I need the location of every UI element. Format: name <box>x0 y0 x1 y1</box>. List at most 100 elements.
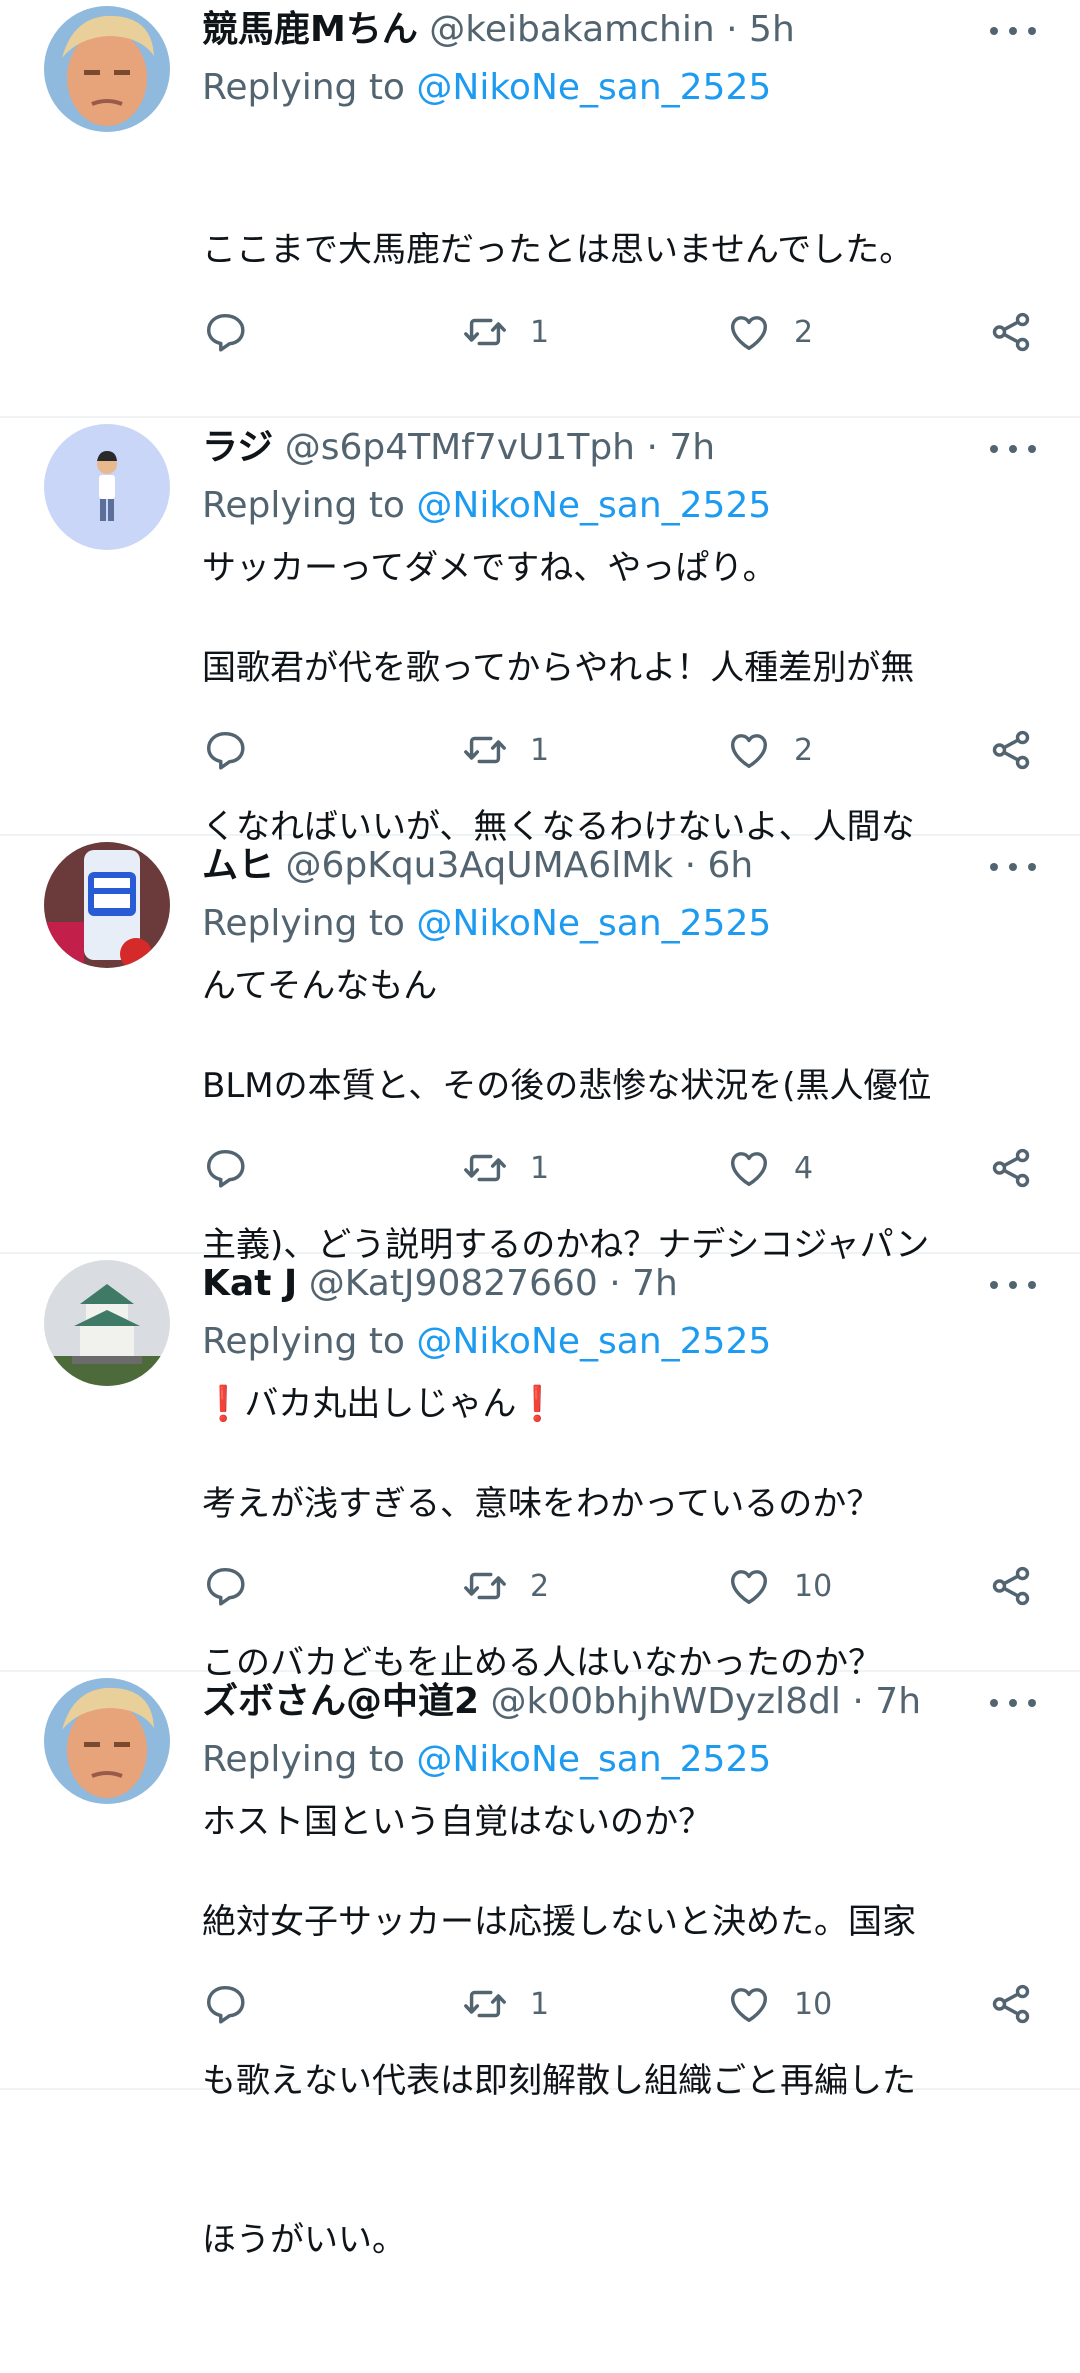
more-options-icon[interactable] <box>990 10 1036 50</box>
like-button[interactable]: 2 <box>726 302 813 362</box>
tweet-header: ズボさん@中道2 @k00bhjhWDyzl8dl · 7h <box>202 1676 970 1728</box>
tweet-header: 競馬鹿Mちん @keibakamchin · 5h <box>202 4 970 56</box>
separator-dot: · <box>609 1263 621 1304</box>
share-icon <box>992 312 1030 352</box>
tweet-item[interactable]: ムヒ @6pKqu3AqUMA6lMk · 6h Replying to @Ni… <box>0 836 1080 1424</box>
reply-icon <box>206 1985 245 2024</box>
share-button[interactable] <box>988 1974 1034 2034</box>
avatar[interactable] <box>44 1678 170 1804</box>
replying-to: Replying to @NikoNe_san_2525 <box>202 1316 771 1368</box>
avatar[interactable] <box>44 424 170 550</box>
avatar[interactable] <box>44 842 170 968</box>
retweet-count: 1 <box>530 732 550 768</box>
timestamp[interactable]: 7h <box>669 427 715 468</box>
reply-icon <box>206 313 245 352</box>
replying-to-label: Replying to <box>202 1739 405 1780</box>
separator-dot: · <box>684 845 697 886</box>
share-button[interactable] <box>988 1138 1034 1198</box>
more-options-icon[interactable] <box>990 1682 1036 1722</box>
share-icon <box>992 1984 1030 2024</box>
retweet-count: 2 <box>530 1568 550 1604</box>
retweet-count: 1 <box>530 314 550 350</box>
user-handle[interactable]: @keibakamchin <box>429 9 714 50</box>
tweet-header: Kat J @KatJ90827660 · 7h <box>202 1258 970 1310</box>
tweet-actions: 1 10 <box>0 1974 1080 2034</box>
avatar[interactable] <box>44 1260 170 1386</box>
display-name[interactable]: ラジ <box>202 427 273 468</box>
tweet-actions: 1 4 <box>0 1138 1080 1198</box>
replying-to-link[interactable]: @NikoNe_san_2525 <box>416 1321 771 1362</box>
retweet-icon <box>464 1990 506 2018</box>
reply-button[interactable] <box>202 1556 248 1616</box>
replying-to-link[interactable]: @NikoNe_san_2525 <box>416 485 771 526</box>
retweet-button[interactable]: 1 <box>462 1974 549 2034</box>
like-button[interactable]: 10 <box>726 1556 832 1616</box>
tweet-actions: 1 2 <box>0 302 1080 362</box>
share-button[interactable] <box>988 720 1034 780</box>
user-handle[interactable]: @6pKqu3AqUMA6lMk <box>285 845 673 886</box>
reply-button[interactable] <box>202 302 248 362</box>
retweet-icon <box>464 736 506 764</box>
replying-to-label: Replying to <box>202 67 405 108</box>
tweet-text-line: 国歌君が代を歌ってからやれよ！人種差別が無 <box>202 648 915 688</box>
share-button[interactable] <box>988 302 1034 362</box>
separator-dot: · <box>726 9 738 50</box>
replying-to: Replying to @NikoNe_san_2525 <box>202 1734 771 1786</box>
like-count: 10 <box>794 1986 833 2022</box>
like-button[interactable]: 2 <box>726 720 813 780</box>
retweet-button[interactable]: 1 <box>462 720 549 780</box>
timestamp[interactable]: 7h <box>632 1263 678 1304</box>
tweet-text-line: 絶対女子サッカーは応援しないと決めた。国家 <box>202 1902 916 1942</box>
retweet-button[interactable]: 1 <box>462 302 549 362</box>
separator-dot: · <box>852 1681 864 1722</box>
retweet-button[interactable]: 2 <box>462 1556 549 1616</box>
more-options-icon[interactable] <box>990 1264 1036 1304</box>
separator-dot: · <box>646 427 658 468</box>
timestamp[interactable]: 5h <box>749 9 795 50</box>
like-count: 2 <box>794 732 814 768</box>
replying-to: Replying to @NikoNe_san_2525 <box>202 898 771 950</box>
user-handle[interactable]: @KatJ90827660 <box>309 1263 598 1304</box>
tweet-item[interactable]: 競馬鹿Mちん @keibakamchin · 5h Replying to @N… <box>0 0 1080 588</box>
tweet-item[interactable]: ズボさん@中道2 @k00bhjhWDyzl8dl · 7h Replying … <box>0 1672 1080 2260</box>
reply-icon <box>206 731 245 770</box>
like-button[interactable]: 4 <box>726 1138 813 1198</box>
tweet-text-line: ほうがいい。 <box>202 2220 406 2260</box>
reply-icon <box>206 1149 245 1188</box>
user-handle[interactable]: @s6p4TMf7vU1Tph <box>285 427 635 468</box>
retweet-icon <box>464 1154 506 1182</box>
share-button[interactable] <box>988 1556 1034 1616</box>
retweet-count: 1 <box>530 1150 550 1186</box>
replying-to-link[interactable]: @NikoNe_san_2525 <box>416 67 771 108</box>
timestamp[interactable]: 6h <box>707 845 753 886</box>
replying-to-link[interactable]: @NikoNe_san_2525 <box>416 1739 771 1780</box>
like-count: 2 <box>794 314 814 350</box>
tweet-item[interactable]: Kat J @KatJ90827660 · 7h Replying to @Ni… <box>0 1254 1080 1842</box>
tweet-item[interactable]: ラジ @s6p4TMf7vU1Tph · 7h Replying to @Nik… <box>0 418 1080 1006</box>
reply-button[interactable] <box>202 1974 248 2034</box>
replying-to-label: Replying to <box>202 1321 405 1362</box>
reply-button[interactable] <box>202 1138 248 1198</box>
tweet-text-line: ここまで大馬鹿だったとは思いませんでした。 <box>202 230 914 270</box>
share-icon <box>992 730 1030 770</box>
user-handle[interactable]: @k00bhjhWDyzl8dl <box>491 1681 841 1722</box>
display-name[interactable]: 競馬鹿Mちん <box>202 9 418 50</box>
like-button[interactable]: 10 <box>726 1974 832 2034</box>
avatar[interactable] <box>44 6 170 132</box>
timestamp[interactable]: 7h <box>875 1681 921 1722</box>
display-name[interactable]: ムヒ <box>202 845 274 886</box>
tweet-actions: 1 2 <box>0 720 1080 780</box>
heart-icon <box>730 1570 768 1605</box>
retweet-count: 1 <box>530 1986 550 2022</box>
more-options-icon[interactable] <box>990 428 1036 468</box>
retweet-button[interactable]: 1 <box>462 1138 549 1198</box>
display-name[interactable]: ズボさん@中道2 <box>202 1681 479 1722</box>
display-name[interactable]: Kat J <box>202 1263 297 1304</box>
reply-button[interactable] <box>202 720 248 780</box>
replying-to-link[interactable]: @NikoNe_san_2525 <box>416 903 771 944</box>
share-icon <box>992 1148 1030 1188</box>
heart-icon <box>730 1988 768 2023</box>
tweet-header: ラジ @s6p4TMf7vU1Tph · 7h <box>202 422 970 474</box>
more-options-icon[interactable] <box>990 846 1036 886</box>
share-icon <box>992 1566 1030 1606</box>
